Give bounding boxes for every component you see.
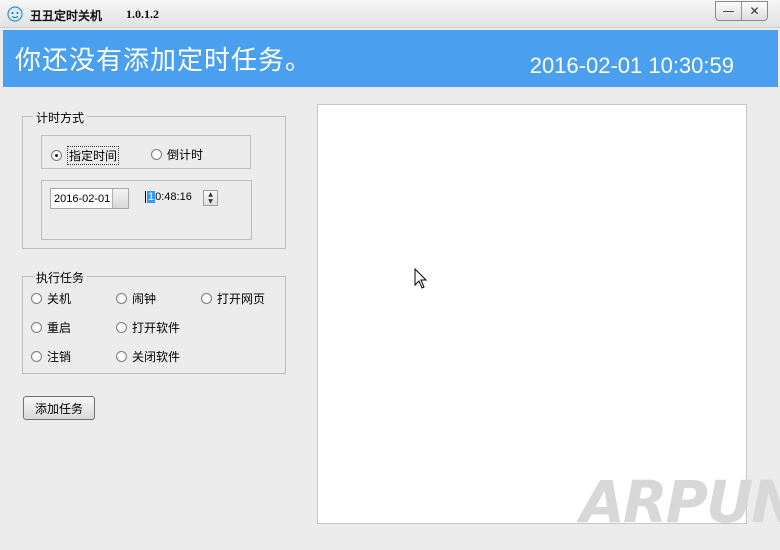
radio-close-software[interactable]: 关闭软件 [116,348,180,365]
radio-countdown-indicator [151,149,162,160]
date-value: 2016-02-01 [54,192,111,205]
time-rest: 0:48:16 [155,191,192,203]
radio-open-software[interactable]: 打开软件 [116,319,180,336]
current-time: 2016-02-01 10:30:59 [529,53,734,78]
add-task-button[interactable]: 添加任务 [23,396,95,420]
minimize-button[interactable]: — [716,2,741,20]
mouse-cursor-icon [414,268,428,289]
radio-specified-time-label: 指定时间 [67,146,120,165]
timing-mode-title: 计时方式 [33,109,88,126]
minimize-icon: — [722,4,735,18]
radio-open-webpage[interactable]: 打开网页 [201,290,265,307]
radio-open-software-label: 打开软件 [132,321,181,335]
radio-restart[interactable]: 重启 [31,319,71,336]
radio-countdown-label: 倒计时 [167,148,204,162]
time-spinner[interactable]: ▲ ▼ [203,190,218,206]
date-picker[interactable]: 2016-02-01 [50,188,129,209]
radio-close-software-indicator [116,351,127,362]
window-controls: — ✕ [715,1,768,21]
title-bar: 丑丑定时关机 1.0.1.2 — ✕ [0,0,780,28]
time-hour-selected: 1 [147,191,156,203]
radio-alarm[interactable]: 闹钟 [116,290,156,307]
radio-specified-time-indicator [51,150,62,161]
text-cursor [145,191,146,203]
radio-shutdown-label: 关机 [47,292,72,306]
status-message: 你还没有添加定时任务。 [15,46,313,76]
app-icon [7,6,23,22]
radio-logoff[interactable]: 注销 [31,348,71,365]
radio-alarm-indicator [116,293,127,304]
spin-down-icon[interactable]: ▼ [204,198,217,205]
window-title: 丑丑定时关机 [30,9,103,23]
task-list-panel[interactable] [317,104,747,524]
task-group-title: 执行任务 [33,269,88,286]
radio-open-webpage-indicator [201,293,212,304]
radio-shutdown[interactable]: 关机 [31,290,71,307]
radio-specified-time[interactable]: 指定时间 [51,146,120,165]
radio-close-software-label: 关闭软件 [132,350,181,364]
radio-restart-indicator [31,322,42,333]
radio-restart-label: 重启 [47,321,72,335]
close-button[interactable]: ✕ [741,2,767,20]
status-banner: 你还没有添加定时任务。 2016-02-01 10:30:59 [3,30,778,87]
window-version: 1.0.1.2 [126,7,159,21]
radio-countdown[interactable]: 倒计时 [151,146,203,163]
watermark: ARPUN [580,468,780,536]
close-icon: ✕ [749,4,760,18]
radio-logoff-indicator [31,351,42,362]
radio-alarm-label: 闹钟 [132,292,157,306]
radio-shutdown-indicator [31,293,42,304]
date-dropdown-button[interactable] [112,189,128,208]
radio-open-webpage-label: 打开网页 [217,292,266,306]
radio-logoff-label: 注销 [47,350,72,364]
radio-open-software-indicator [116,322,127,333]
spin-up-icon[interactable]: ▲ [204,191,217,198]
